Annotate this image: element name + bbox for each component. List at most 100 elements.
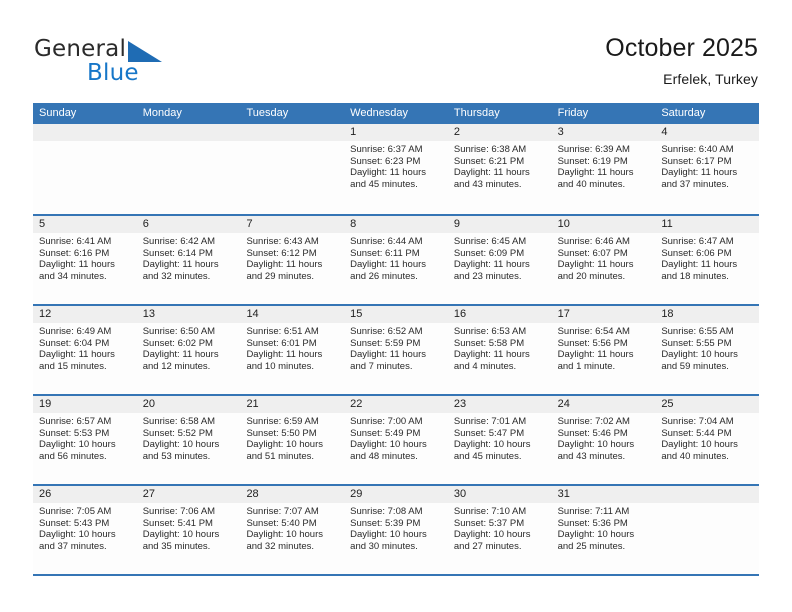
day-number: 24	[551, 396, 656, 413]
sunrise-time: Sunrise: 7:01 AM	[453, 416, 527, 427]
day-number: 4	[655, 124, 760, 141]
calendar-day-cell[interactable]: 29 Sunrise: 7:08 AM Sunset: 5:39 PM Dayligh…	[344, 486, 448, 574]
daylight-duration-line2: and 10 minutes.	[246, 360, 315, 372]
day-sun-info: Sunrise: 6:39 AM Sunset: 6:19 PM Daylight:…	[552, 141, 656, 190]
calendar-week-row: 1 Sunrise: 6:37 AM Sunset: 6:23 PM Daylight…	[33, 124, 760, 214]
day-sun-info: Sunrise: 6:44 AM Sunset: 6:11 PM Daylight:…	[344, 233, 448, 282]
daylight-duration-line2: and 45 minutes.	[453, 450, 522, 462]
calendar-day-cell[interactable]: 1 Sunrise: 6:37 AM Sunset: 6:23 PM Daylight…	[344, 124, 448, 214]
daylight-duration-line2: and 56 minutes.	[39, 450, 107, 462]
day-number: 31	[551, 486, 656, 503]
day-sun-info: Sunrise: 7:04 AM Sunset: 5:44 PM Daylight:…	[655, 413, 759, 462]
calendar-week-row: 12 Sunrise: 6:49 AM Sunset: 6:04 PM Dayligh…	[33, 304, 760, 394]
day-number: 25	[655, 396, 760, 413]
calendar-day-cell[interactable]: 2 Sunrise: 6:38 AM Sunset: 6:21 PM Daylight…	[447, 124, 552, 214]
daylight-duration-line1: Daylight: 11 hours	[350, 167, 427, 179]
calendar-day-cell[interactable]: 31 Sunrise: 7:11 AM Sunset: 5:36 PM Dayligh…	[551, 486, 656, 574]
day-sun-info: Sunrise: 7:05 AM Sunset: 5:43 PM Daylight:…	[33, 503, 137, 552]
sunset-time: Sunset: 5:46 PM	[557, 427, 628, 439]
sunrise-time: Sunrise: 7:00 AM	[350, 416, 423, 427]
calendar-day-cell[interactable]: 13 Sunrise: 6:50 AM Sunset: 6:02 PM Dayligh…	[136, 306, 241, 394]
day-number: 5	[33, 216, 137, 233]
daylight-duration-line2: and 29 minutes.	[246, 270, 315, 282]
day-sun-info: Sunrise: 6:57 AM Sunset: 5:53 PM Daylight:…	[33, 413, 137, 462]
daylight-duration-line2: and 37 minutes.	[39, 540, 107, 552]
day-number: 20	[136, 396, 241, 413]
day-number	[240, 124, 345, 141]
daylight-duration-line1: Daylight: 11 hours	[39, 349, 115, 361]
day-number: 6	[136, 216, 241, 233]
day-sun-info: Sunrise: 7:07 AM Sunset: 5:40 PM Daylight:…	[240, 503, 344, 552]
daylight-duration-line2: and 32 minutes.	[246, 540, 315, 552]
sunset-time: Sunset: 5:52 PM	[142, 427, 213, 439]
calendar-day-cell[interactable]: 10 Sunrise: 6:46 AM Sunset: 6:07 PM Dayligh…	[551, 216, 656, 304]
sunrise-time: Sunrise: 6:39 AM	[557, 144, 630, 155]
calendar-day-cell[interactable]: 16 Sunrise: 6:53 AM Sunset: 5:58 PM Dayligh…	[447, 306, 552, 394]
sunrise-time: Sunrise: 6:37 AM	[350, 144, 423, 155]
day-sun-info: Sunrise: 6:37 AM Sunset: 6:23 PM Daylight:…	[344, 141, 448, 190]
daylight-duration-line1: Daylight: 10 hours	[453, 439, 531, 451]
sunrise-time: Sunrise: 7:05 AM	[39, 506, 112, 517]
day-number	[33, 124, 137, 141]
day-number: 8	[344, 216, 448, 233]
sunset-time: Sunset: 5:44 PM	[661, 427, 732, 439]
calendar-day-cell[interactable]: 6 Sunrise: 6:42 AM Sunset: 6:14 PM Daylight…	[136, 216, 241, 304]
calendar-day-cell[interactable]: 8 Sunrise: 6:44 AM Sunset: 6:11 PM Daylight…	[344, 216, 448, 304]
calendar-day-cell[interactable]: 19 Sunrise: 6:57 AM Sunset: 5:53 PM Dayligh…	[33, 396, 137, 484]
daylight-duration-line2: and 12 minutes.	[142, 360, 211, 372]
daylight-duration-line2: and 30 minutes.	[350, 540, 418, 552]
weekday-header-tuesday: Tuesday	[246, 107, 289, 119]
daylight-duration-line1: Daylight: 10 hours	[142, 439, 220, 451]
calendar-day-cell[interactable]: 22 Sunrise: 7:00 AM Sunset: 5:49 PM Dayligh…	[344, 396, 448, 484]
calendar-day-cell[interactable]: 26 Sunrise: 7:05 AM Sunset: 5:43 PM Dayligh…	[33, 486, 137, 574]
day-sun-info: Sunrise: 7:06 AM Sunset: 5:41 PM Daylight:…	[137, 503, 241, 552]
calendar-day-cell[interactable]: 11 Sunrise: 6:47 AM Sunset: 6:06 PM Dayligh…	[655, 216, 760, 304]
calendar-day-cell[interactable]: 21 Sunrise: 6:59 AM Sunset: 5:50 PM Dayligh…	[240, 396, 345, 484]
sunrise-time: Sunrise: 7:02 AM	[557, 416, 630, 427]
calendar-day-cell[interactable]: 27 Sunrise: 7:06 AM Sunset: 5:41 PM Dayligh…	[136, 486, 241, 574]
daylight-duration-line1: Daylight: 10 hours	[350, 529, 427, 541]
daylight-duration-line2: and 15 minutes.	[39, 360, 107, 372]
daylight-duration-line2: and 59 minutes.	[661, 360, 729, 372]
sunset-time: Sunset: 6:09 PM	[453, 247, 525, 259]
daylight-duration-line1: Daylight: 10 hours	[661, 349, 738, 361]
sunrise-time: Sunrise: 7:07 AM	[246, 506, 319, 517]
day-sun-info: Sunrise: 6:54 AM Sunset: 5:56 PM Daylight:…	[552, 323, 656, 372]
day-number: 16	[447, 306, 552, 323]
weekday-header-sunday: Sunday	[39, 107, 77, 119]
daylight-duration-line1: Daylight: 11 hours	[142, 259, 219, 271]
calendar-day-cell[interactable]: 4 Sunrise: 6:40 AM Sunset: 6:17 PM Daylight…	[655, 124, 760, 214]
calendar-day-cell[interactable]: 5 Sunrise: 6:41 AM Sunset: 6:16 PM Daylight…	[33, 216, 137, 304]
daylight-duration-line1: Daylight: 11 hours	[39, 259, 115, 271]
calendar-day-cell[interactable]: 18 Sunrise: 6:55 AM Sunset: 5:55 PM Dayligh…	[655, 306, 760, 394]
calendar-day-cell[interactable]: 25 Sunrise: 7:04 AM Sunset: 5:44 PM Dayligh…	[655, 396, 760, 484]
weekday-header-row: Sunday Monday Tuesday Wednesday Thursday…	[33, 103, 759, 124]
sunset-time: Sunset: 6:06 PM	[661, 247, 732, 259]
calendar-day-cell[interactable]: 9 Sunrise: 6:45 AM Sunset: 6:09 PM Daylight…	[447, 216, 552, 304]
calendar-day-cell[interactable]: 23 Sunrise: 7:01 AM Sunset: 5:47 PM Dayligh…	[447, 396, 552, 484]
daylight-duration-line2: and 40 minutes.	[557, 178, 626, 190]
calendar-day-cell[interactable]: 17 Sunrise: 6:54 AM Sunset: 5:56 PM Dayligh…	[551, 306, 656, 394]
logo-triangle-icon	[128, 41, 162, 62]
sunset-time: Sunset: 5:47 PM	[453, 427, 525, 439]
calendar-day-cell[interactable]: 30 Sunrise: 7:10 AM Sunset: 5:37 PM Dayligh…	[447, 486, 552, 574]
calendar-day-cell[interactable]: 15 Sunrise: 6:52 AM Sunset: 5:59 PM Dayligh…	[344, 306, 448, 394]
logo-text-blue: Blue	[87, 60, 139, 86]
daylight-duration-line1: Daylight: 11 hours	[453, 259, 530, 271]
sunset-time: Sunset: 6:23 PM	[350, 155, 421, 167]
calendar-day-cell[interactable]: 28 Sunrise: 7:07 AM Sunset: 5:40 PM Dayligh…	[240, 486, 345, 574]
sunset-time: Sunset: 5:49 PM	[350, 427, 421, 439]
calendar-day-cell[interactable]: 14 Sunrise: 6:51 AM Sunset: 6:01 PM Dayligh…	[240, 306, 345, 394]
weekday-header-friday: Friday	[557, 107, 589, 119]
daylight-duration-line1: Daylight: 11 hours	[142, 349, 219, 361]
generalblue-logo[interactable]: General Blue	[34, 36, 214, 88]
calendar-day-cell[interactable]: 20 Sunrise: 6:58 AM Sunset: 5:52 PM Dayligh…	[136, 396, 241, 484]
day-sun-info: Sunrise: 6:52 AM Sunset: 5:59 PM Daylight:…	[344, 323, 448, 372]
calendar-day-cell[interactable]: 7 Sunrise: 6:43 AM Sunset: 6:12 PM Daylight…	[240, 216, 345, 304]
calendar-day-cell[interactable]: 12 Sunrise: 6:49 AM Sunset: 6:04 PM Dayligh…	[33, 306, 137, 394]
day-sun-info: Sunrise: 7:00 AM Sunset: 5:49 PM Daylight:…	[344, 413, 448, 462]
daylight-duration-line2: and 25 minutes.	[557, 540, 626, 552]
calendar-day-cell[interactable]: 24 Sunrise: 7:02 AM Sunset: 5:46 PM Dayligh…	[551, 396, 656, 484]
calendar-day-cell[interactable]: 3 Sunrise: 6:39 AM Sunset: 6:19 PM Daylight…	[551, 124, 656, 214]
weekday-header-wednesday: Wednesday	[350, 107, 409, 119]
